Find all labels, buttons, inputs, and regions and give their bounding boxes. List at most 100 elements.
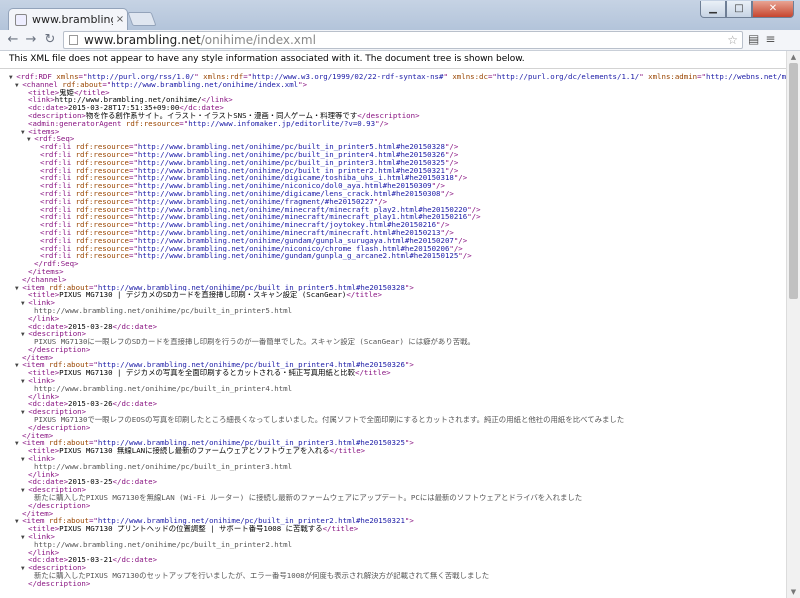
xml-token: "/> <box>375 119 389 128</box>
xml-line: </description> <box>9 424 786 432</box>
xml-token: rdf:resource <box>75 244 130 253</box>
xml-token: http://www.brambling.net/onihime/gundam/… <box>137 252 459 261</box>
xml-line: ▼ <channel rdf:about="http://www.brambli… <box>9 81 786 89</box>
xml-token: http://www.brambling.net/onihime/pc/buil… <box>137 143 445 151</box>
xml-token: "/> <box>444 158 459 167</box>
xml-line: <rdf:li rdf:resource="http://www.brambli… <box>9 190 786 198</box>
minimize-button[interactable]: ▁ <box>700 1 726 18</box>
scroll-up-icon[interactable]: ▲ <box>787 51 800 63</box>
menu-icon[interactable]: ≡ <box>765 32 775 46</box>
xml-token: </channel> <box>22 275 67 284</box>
xml-token: <dc:date> <box>28 104 69 112</box>
xml-line: <dc:date>2015-03-28</dc:date> <box>9 323 786 331</box>
xml-token: rdf:resource <box>75 252 130 261</box>
vertical-scrollbar[interactable]: ▲ ▼ <box>786 51 800 598</box>
maximize-button[interactable]: □ <box>726 1 752 18</box>
xml-token: rdf:about <box>48 517 89 526</box>
xml-line: </description> <box>9 502 786 510</box>
xml-token: "/> <box>440 228 454 237</box>
address-bar[interactable]: www.brambling.net/onihime/index.xml ☆ <box>63 31 743 49</box>
xml-token: =" <box>179 119 189 128</box>
reload-icon[interactable]: ↻ <box>41 31 59 49</box>
forward-icon[interactable]: → <box>22 31 40 49</box>
extension-icon[interactable]: ▤ <box>748 32 759 46</box>
xml-token: <rdf:li <box>40 143 76 151</box>
xml-token: </title> <box>329 447 366 456</box>
xml-token: <dc:date> <box>28 322 69 331</box>
xml-token: rdf:resource <box>75 158 130 167</box>
xml-token: =" <box>129 244 138 253</box>
xml-token: http://www.brambling.net/onihime/pc/buil… <box>137 158 445 167</box>
xml-token: =" <box>129 221 138 229</box>
xml-token: "/> <box>467 205 481 214</box>
xml-token: </link> <box>28 548 60 557</box>
xml-token: http://www.brambling.net/onihime/index.x… <box>111 80 299 89</box>
xml-token: <rdf:li <box>40 205 76 214</box>
xml-token: =" <box>88 439 98 448</box>
xml-token: 新たに購入したPIXUS MG7130のセットアップを行いましたが、エラー番号1… <box>34 572 490 580</box>
xml-token: 2015-03-28T17:51:35+09:00 <box>68 104 180 112</box>
xml-line: ▼ <description> <box>9 330 786 338</box>
scrollbar-thumb[interactable] <box>789 63 798 299</box>
xml-token: <title> <box>28 88 60 97</box>
xml-token: <description> <box>28 564 87 572</box>
xml-line: <title>鬼姫</title> <box>9 89 786 97</box>
xml-token: <rdf:li <box>40 244 76 253</box>
xml-token: rdf:resource <box>75 205 130 214</box>
xml-token: <link> <box>28 455 55 463</box>
star-icon[interactable]: ☆ <box>727 32 738 48</box>
xml-token: http://www.brambling.net/onihime/pc/buil… <box>34 540 293 549</box>
xml-token: =" <box>129 182 138 190</box>
xml-token: <item <box>22 439 49 448</box>
title-bar: www.brambling.net/on × ▁ □ ✕ <box>0 0 800 30</box>
xml-token: rdf:resource <box>75 228 130 237</box>
xml-token: </description> <box>357 111 420 120</box>
xml-line: <rdf:li rdf:resource="http://www.brambli… <box>9 213 786 221</box>
xml-line: http://www.brambling.net/onihime/pc/buil… <box>9 385 786 393</box>
xml-token: <title> <box>28 369 60 378</box>
page-content: This XML file does not appear to have an… <box>0 51 786 598</box>
xml-line: http://www.brambling.net/onihime/pc/buil… <box>9 307 786 315</box>
xml-line: <rdf:li rdf:resource="http://www.brambli… <box>9 151 786 159</box>
xml-token: xmlns:rdf <box>203 73 244 81</box>
xml-token: </rdf:Seq> <box>34 260 79 268</box>
xml-token: </description> <box>28 501 91 510</box>
xml-token: 物を作る創作系サイト。イラスト・イラストSNS・漫画・同人ゲーム・料理等です <box>85 111 358 120</box>
xml-token: 2015-03-28 <box>68 322 113 331</box>
xml-token: </item> <box>22 353 54 362</box>
xml-token: <title> <box>28 447 60 456</box>
xml-token: "/> <box>440 189 454 198</box>
back-icon[interactable]: ← <box>4 31 22 49</box>
xml-token: <item <box>22 283 49 292</box>
new-tab-button[interactable] <box>127 12 157 26</box>
tab-close-icon[interactable]: × <box>113 14 127 25</box>
close-window-button[interactable]: ✕ <box>752 1 794 18</box>
xml-token: =" <box>88 283 98 292</box>
xml-token: =" <box>129 197 138 206</box>
xml-line: ▼ <rdf:Seq> <box>9 135 786 143</box>
xml-line: <rdf:li rdf:resource="http://www.brambli… <box>9 221 786 229</box>
xml-line: </item> <box>9 432 786 440</box>
xml-line: <link>http://www.brambling.net/onihime/<… <box>9 96 786 104</box>
browser-tab[interactable]: www.brambling.net/on × <box>8 8 128 30</box>
xml-token: </description> <box>28 579 91 588</box>
xml-token: </dc:date> <box>112 478 158 487</box>
xml-token: =" <box>129 166 138 175</box>
scroll-down-icon[interactable]: ▼ <box>787 586 800 598</box>
xml-token: =" <box>129 236 138 245</box>
xml-token: PIXUS MG7130 無線LANに接続し最新のファームウェアとソフトウェアを… <box>59 447 330 456</box>
xml-line: <rdf:li rdf:resource="http://www.brambli… <box>9 167 786 175</box>
xml-line: ▼ <item rdf:about="http://www.brambling.… <box>9 517 786 525</box>
xml-line: <title>PIXUS MG7130 | デジカメの写真を全面印刷するとカット… <box>9 369 786 377</box>
xml-token: rdf:resource <box>75 143 130 151</box>
xml-token: PIXUS MG7130 | デジカメの写真を全面印刷するとカットされる・純正写… <box>59 369 356 378</box>
xml-token: </title> <box>346 291 382 300</box>
xml-token: <rdf:li <box>40 197 76 206</box>
xml-token: http://www.brambling.net/onihime/minecra… <box>137 205 468 214</box>
xml-token: "/> <box>453 174 468 183</box>
xml-token: http://www.w3.org/1999/02/22-rdf-syntax-… <box>252 73 444 81</box>
xml-line: ▼ <description> <box>9 486 786 494</box>
xml-line: <title>PIXUS MG7130 無線LANに接続し最新のファームウェアと… <box>9 447 786 455</box>
window-controls: ▁ □ ✕ <box>700 1 794 18</box>
xml-token: </description> <box>28 345 91 354</box>
